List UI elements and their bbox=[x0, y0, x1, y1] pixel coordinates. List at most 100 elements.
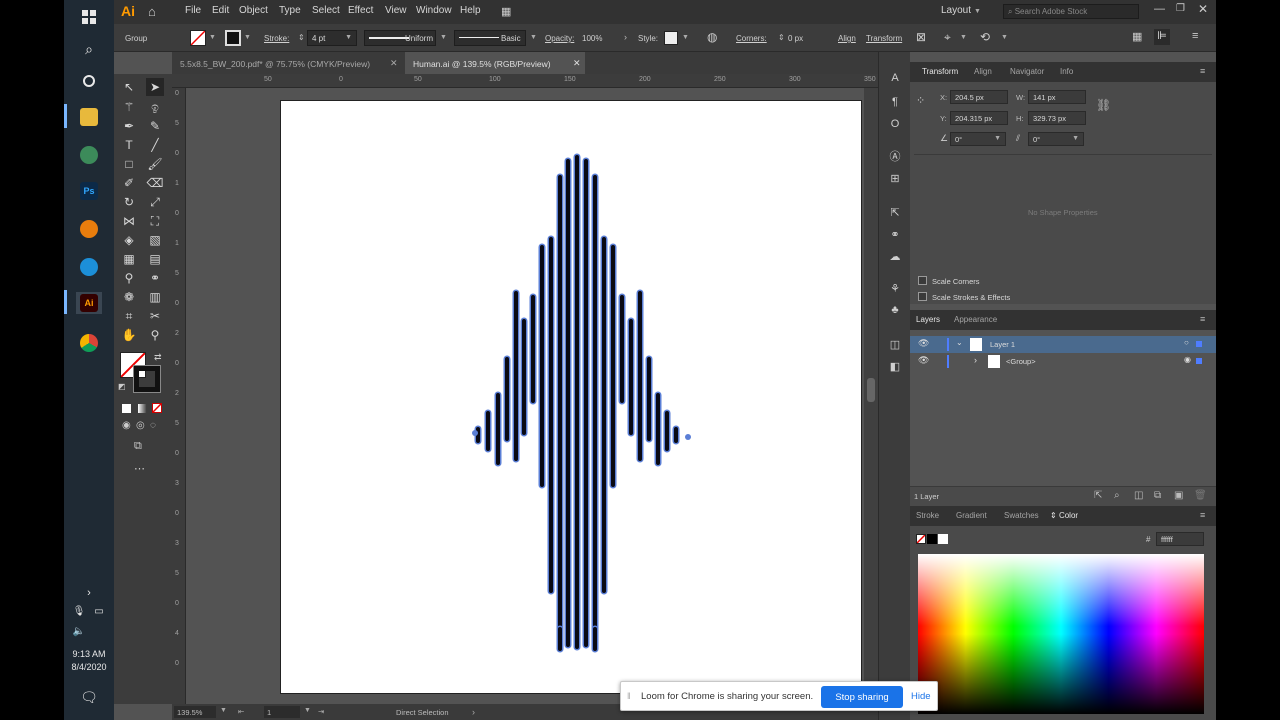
paragraph-styles-icon[interactable]: ⊞ bbox=[887, 170, 903, 186]
layer-row[interactable]: 👁 › <Group> ◉ bbox=[910, 353, 1216, 370]
y-field[interactable]: 204.315 px bbox=[950, 111, 1008, 125]
chevron-down-icon[interactable]: ▼ bbox=[530, 34, 537, 41]
scroll-thumb[interactable] bbox=[867, 378, 875, 402]
envelope-icon[interactable]: ⟲ bbox=[980, 30, 990, 44]
transform-link[interactable]: Transform bbox=[866, 34, 902, 43]
clock[interactable]: 9:13 AM 8/4/2020 bbox=[64, 648, 114, 674]
close-icon[interactable]: ✕ bbox=[573, 58, 581, 69]
zoom-tool-icon[interactable]: ⚲ bbox=[146, 326, 164, 344]
scale-corners-checkbox[interactable] bbox=[918, 276, 927, 285]
windows-start-icon[interactable] bbox=[76, 6, 102, 28]
curvature-tool-icon[interactable]: ✎ bbox=[146, 117, 164, 135]
notifications-icon[interactable]: 🗨 bbox=[76, 686, 102, 708]
vertical-scrollbar[interactable] bbox=[864, 88, 878, 704]
anchor-point[interactable] bbox=[685, 434, 691, 440]
opacity-label[interactable]: Opacity: bbox=[545, 34, 574, 43]
chevron-right-icon[interactable]: › bbox=[624, 32, 627, 42]
draw-inside-icon[interactable]: ◌ bbox=[150, 420, 156, 431]
opacity-value[interactable]: 100% bbox=[582, 34, 602, 43]
links-icon[interactable]: ⚭ bbox=[887, 226, 903, 242]
eyedropper-icon[interactable]: ⚲ bbox=[120, 269, 138, 287]
chevron-down-icon[interactable]: ▼ bbox=[220, 707, 227, 714]
tab-layers[interactable]: Layers bbox=[916, 315, 940, 324]
x-field[interactable]: 204.5 px bbox=[950, 90, 1008, 104]
hand-tool-icon[interactable]: ✋ bbox=[120, 326, 138, 344]
export-icon[interactable]: ⇱ bbox=[1094, 490, 1102, 501]
draw-behind-icon[interactable]: ◎ bbox=[136, 420, 145, 431]
chevron-right-icon[interactable]: › bbox=[472, 707, 475, 717]
symbols-icon[interactable]: ♣ bbox=[887, 302, 903, 318]
canvas[interactable] bbox=[186, 88, 864, 704]
artboards-icon[interactable]: ◫ bbox=[887, 336, 903, 352]
chevron-down-icon[interactable]: ▼ bbox=[682, 34, 689, 41]
magic-wand-icon[interactable]: ⚚ bbox=[120, 98, 138, 116]
column-graph-icon[interactable]: ▥ bbox=[146, 288, 164, 306]
menu-view[interactable]: View bbox=[385, 5, 407, 16]
menu-effect[interactable]: Effect bbox=[348, 5, 373, 16]
gradient-tool-icon[interactable]: ▤ bbox=[146, 250, 164, 268]
paintbrush-icon[interactable]: 🖌 bbox=[146, 155, 164, 173]
gradient-mode-icon[interactable] bbox=[138, 404, 147, 413]
color-mode-icon[interactable] bbox=[122, 404, 131, 413]
export-icon[interactable]: ⇱ bbox=[887, 204, 903, 220]
artboard-tool-icon[interactable]: ⌗ bbox=[120, 307, 138, 325]
opentype-icon[interactable]: O bbox=[887, 116, 903, 132]
swap-colors-icon[interactable]: ⇄ bbox=[154, 352, 162, 363]
arrange-documents-icon[interactable]: ▦ bbox=[501, 5, 511, 18]
edge-icon[interactable] bbox=[76, 256, 102, 278]
pen-tool-icon[interactable]: ✒ bbox=[120, 117, 138, 135]
tab-document-pdf[interactable]: 5.5x8.5_BW_200.pdf* @ 75.75% (CMYK/Previ… bbox=[172, 52, 400, 74]
close-icon[interactable]: ✕ bbox=[1198, 2, 1208, 16]
scale-tool-icon[interactable]: ⤢ bbox=[146, 193, 164, 211]
first-artboard-icon[interactable]: ⇤ bbox=[238, 707, 244, 716]
scale-strokes-checkbox[interactable] bbox=[918, 292, 927, 301]
search-icon[interactable]: ⌕ bbox=[1114, 490, 1120, 501]
artboard[interactable] bbox=[280, 100, 862, 694]
trash-icon[interactable]: 🗑 bbox=[1194, 490, 1207, 501]
close-icon[interactable]: ✕ bbox=[390, 58, 398, 69]
transform-each-icon[interactable]: ⊠ bbox=[916, 30, 926, 44]
free-transform-icon[interactable]: ⛶ bbox=[146, 212, 164, 230]
microphone-icon[interactable]: 🎙 bbox=[70, 600, 88, 622]
target-icon[interactable]: ◉ bbox=[1184, 355, 1191, 364]
layer-name[interactable]: Layer 1 bbox=[990, 340, 1015, 349]
h-field[interactable]: 329.73 px bbox=[1028, 111, 1086, 125]
group-name[interactable]: <Group> bbox=[1006, 357, 1036, 366]
screen-mode-icon[interactable]: ⧉ bbox=[134, 440, 142, 453]
paragraph-icon[interactable]: ¶ bbox=[887, 94, 903, 110]
stroke-color-icon[interactable] bbox=[133, 365, 161, 393]
selection-indicator[interactable] bbox=[1196, 358, 1202, 364]
transparency-icon[interactable]: ◧ bbox=[887, 358, 903, 374]
volume-icon[interactable]: 🔈 bbox=[70, 620, 88, 642]
new-sublayer-icon[interactable]: ⧉ bbox=[1154, 490, 1161, 501]
menu-help[interactable]: Help bbox=[460, 5, 481, 16]
visibility-eye-icon[interactable]: 👁 bbox=[918, 338, 929, 349]
stroke-weight-field[interactable]: 4 pt ▼ bbox=[307, 30, 357, 46]
corners-label[interactable]: Corners: bbox=[736, 34, 767, 43]
variable-width-profile[interactable]: Uniform bbox=[364, 30, 436, 46]
hide-button[interactable]: Hide bbox=[911, 691, 931, 702]
menu-type[interactable]: Type bbox=[279, 5, 301, 16]
reference-point-icon[interactable]: ⁘ bbox=[916, 94, 925, 107]
menu-edit[interactable]: Edit bbox=[212, 5, 229, 16]
rectangle-tool-icon[interactable]: □ bbox=[120, 155, 138, 173]
selection-indicator[interactable] bbox=[1196, 341, 1202, 347]
minimize-icon[interactable]: — bbox=[1154, 3, 1165, 15]
tab-navigator[interactable]: Navigator bbox=[1010, 67, 1044, 76]
panel-toggle-icon[interactable]: ⊫ bbox=[1154, 29, 1170, 45]
chrome-profile-icon[interactable] bbox=[76, 144, 102, 166]
layer-row[interactable]: 👁 ⌄ Layer 1 ○ bbox=[910, 336, 1216, 353]
photoshop-icon[interactable]: Ps bbox=[76, 180, 102, 202]
home-icon[interactable]: ⌂ bbox=[148, 4, 156, 19]
shaper-tool-icon[interactable]: ✐ bbox=[120, 174, 138, 192]
anchor-point[interactable] bbox=[472, 430, 478, 436]
illustrator-icon[interactable]: Ai bbox=[76, 292, 102, 314]
recolor-artwork-icon[interactable]: ◍ bbox=[707, 30, 717, 44]
menu-file[interactable]: File bbox=[185, 5, 201, 16]
style-swatch[interactable] bbox=[664, 31, 678, 45]
default-colors-icon[interactable]: ◩ bbox=[118, 382, 126, 391]
chevron-down-icon[interactable]: ▼ bbox=[960, 34, 967, 41]
w-field[interactable]: 141 px bbox=[1028, 90, 1086, 104]
tab-stroke[interactable]: Stroke bbox=[916, 511, 939, 520]
target-icon[interactable]: ○ bbox=[1184, 338, 1189, 347]
